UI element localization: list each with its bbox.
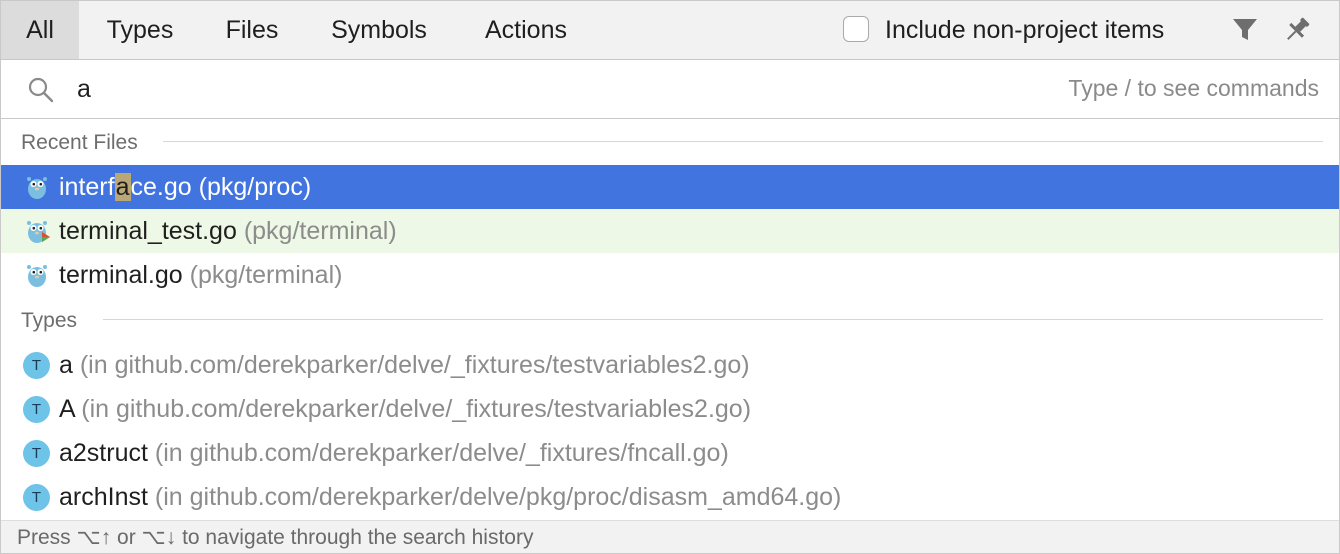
search-input[interactable] bbox=[77, 70, 977, 108]
file-name: terminal_test.go bbox=[59, 217, 237, 245]
tab-types[interactable]: Types bbox=[89, 1, 191, 59]
gopher-icon bbox=[27, 177, 47, 199]
search-history-hint: Press ⌥↑ or ⌥↓ to navigate through the s… bbox=[1, 520, 1339, 553]
type-label: A (in github.com/derekparker/delve/_fixt… bbox=[59, 387, 751, 431]
pin-icon[interactable] bbox=[1282, 15, 1312, 45]
type-location: (in github.com/derekparker/delve/_fixtur… bbox=[154, 439, 729, 467]
type-icon: T bbox=[23, 396, 50, 423]
search-row: Type / to see commands bbox=[1, 60, 1339, 119]
section-divider bbox=[163, 141, 1323, 142]
list-item-recent-file[interactable]: terminal_test.go (pkg/terminal) bbox=[1, 209, 1339, 253]
type-name: a2struct bbox=[59, 439, 148, 467]
file-name: terminal.go bbox=[59, 261, 183, 289]
list-item-recent-file[interactable]: interface.go (pkg/proc) bbox=[1, 165, 1339, 209]
list-item-type[interactable]: T A (in github.com/derekparker/delve/_fi… bbox=[1, 387, 1339, 431]
section-header-recent-files: Recent Files bbox=[21, 131, 138, 154]
list-item-type[interactable]: T a2struct (in github.com/derekparker/de… bbox=[1, 431, 1339, 475]
tab-actions[interactable]: Actions bbox=[467, 1, 585, 59]
type-name: A bbox=[59, 395, 75, 423]
tab-bar: All Types Files Symbols Actions Include … bbox=[1, 1, 1339, 60]
file-label: terminal_test.go (pkg/terminal) bbox=[59, 209, 397, 253]
type-location: (in github.com/derekparker/delve/pkg/pro… bbox=[154, 483, 842, 511]
file-name-suffix: ce.go bbox=[130, 173, 192, 201]
file-label: interface.go (pkg/proc) bbox=[59, 165, 311, 209]
file-location: (pkg/proc) bbox=[198, 173, 312, 201]
type-name: a bbox=[59, 351, 73, 379]
match-highlight: a bbox=[114, 173, 131, 201]
section-header-types: Types bbox=[21, 309, 78, 332]
include-non-project-checkbox[interactable] bbox=[843, 16, 869, 42]
type-location: (in github.com/derekparker/delve/_fixtur… bbox=[81, 395, 752, 423]
list-item-type[interactable]: T archInst (in github.com/derekparker/de… bbox=[1, 475, 1339, 519]
file-label: terminal.go (pkg/terminal) bbox=[59, 253, 342, 297]
gopher-icon bbox=[27, 265, 47, 287]
type-icon: T bbox=[23, 484, 50, 511]
list-item-type[interactable]: T a (in github.com/derekparker/delve/_fi… bbox=[1, 343, 1339, 387]
search-hint: Type / to see commands bbox=[1068, 75, 1319, 101]
file-name-prefix: interf bbox=[59, 173, 115, 201]
gopher-test-icon bbox=[27, 221, 50, 243]
file-location: (pkg/terminal) bbox=[243, 217, 397, 245]
tab-all[interactable]: All bbox=[1, 1, 79, 59]
type-label: a (in github.com/derekparker/delve/_fixt… bbox=[59, 343, 750, 387]
file-location: (pkg/terminal) bbox=[189, 261, 343, 289]
type-icon: T bbox=[23, 440, 50, 467]
include-non-project-label[interactable]: Include non-project items bbox=[885, 1, 1164, 59]
type-icon: T bbox=[23, 352, 50, 379]
tab-symbols[interactable]: Symbols bbox=[315, 1, 443, 59]
type-label: archInst (in github.com/derekparker/delv… bbox=[59, 475, 841, 519]
tab-files[interactable]: Files bbox=[213, 1, 291, 59]
search-icon bbox=[28, 77, 54, 103]
type-name: archInst bbox=[59, 483, 148, 511]
filter-icon[interactable] bbox=[1230, 15, 1260, 45]
type-label: a2struct (in github.com/derekparker/delv… bbox=[59, 431, 729, 475]
list-item-recent-file[interactable]: terminal.go (pkg/terminal) bbox=[1, 253, 1339, 297]
type-location: (in github.com/derekparker/delve/_fixtur… bbox=[79, 351, 750, 379]
section-divider bbox=[103, 319, 1323, 320]
search-everywhere-popup: All Types Files Symbols Actions Include … bbox=[0, 0, 1340, 554]
